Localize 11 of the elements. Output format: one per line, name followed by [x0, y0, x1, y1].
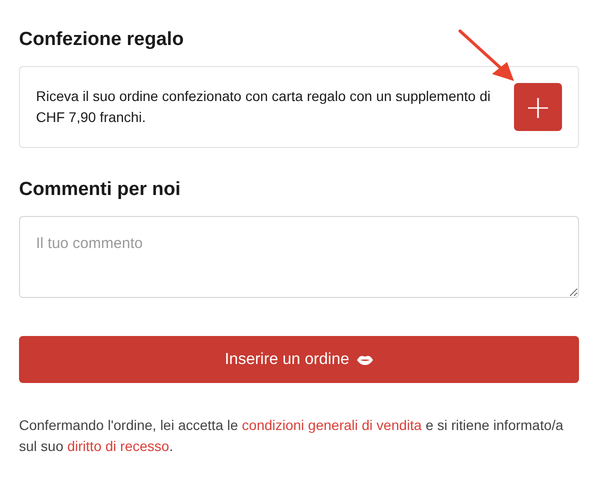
comment-field[interactable]: Il tuo commento: [19, 216, 579, 298]
gift-wrap-description: Riceva il suo ordine confezionato con carta regalo con un supplemento di CHF 7,90 franchi.: [36, 87, 492, 127]
lips-icon: [357, 354, 374, 364]
legal-link[interactable]: diritto di recesso: [67, 438, 170, 454]
order-button[interactable]: Inserire un ordine: [19, 336, 579, 383]
legal-link[interactable]: condizioni generali di vendita: [242, 417, 422, 433]
add-button[interactable]: +: [514, 83, 562, 131]
legal-note: Confermando l'ordine, lei accetta le condizioni generali di vendita e si ritiene informato/a sul suo diritto di recesso.: [19, 416, 564, 456]
section-title: Confezione regalo: [19, 28, 185, 52]
section-title: Commenti per noi: [19, 178, 182, 202]
annotation-arrow: [458, 29, 516, 83]
